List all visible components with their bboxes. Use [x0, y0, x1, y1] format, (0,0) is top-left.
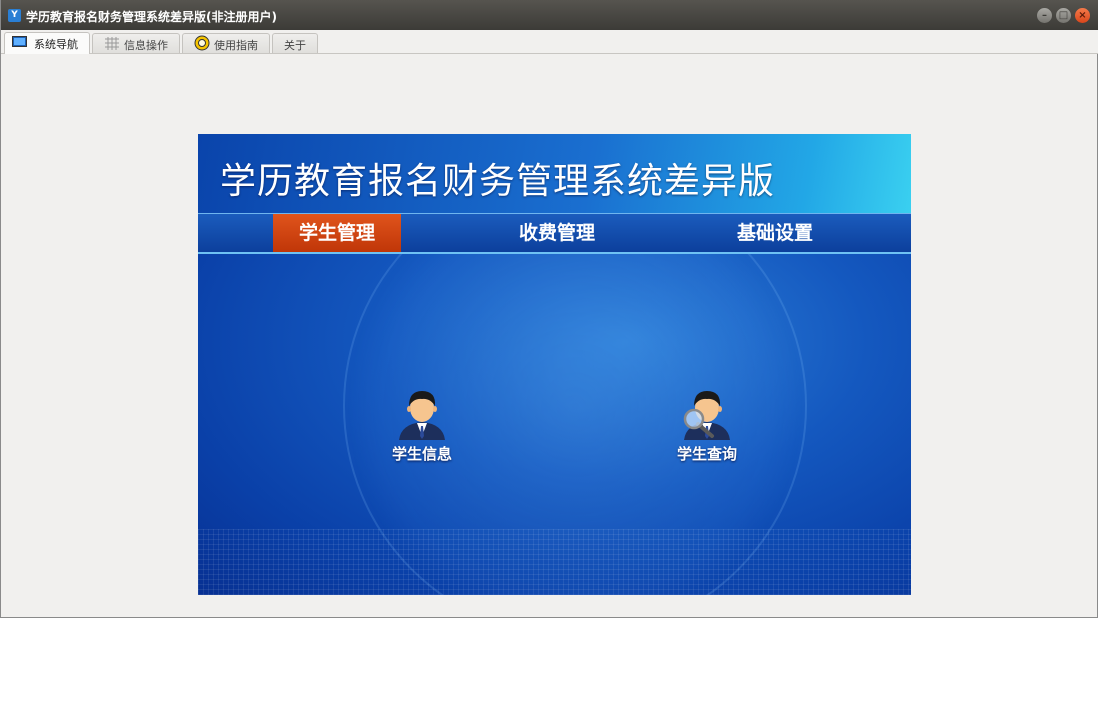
banner-title: 学历教育报名财务管理系统差异版: [220, 161, 776, 202]
nav-fee-management[interactable]: 收费管理: [493, 214, 621, 252]
student-search-button[interactable]: 学生查询: [662, 386, 752, 468]
title-bar: Y 学历教育报名财务管理系统差异版(非注册用户) – □ ×: [1, 0, 1098, 30]
tab-about[interactable]: 关于: [272, 33, 318, 53]
banner-nav: 学生管理 收费管理 基础设置: [198, 213, 911, 254]
student-info-label: 学生信息: [391, 445, 452, 463]
app-window: Y 学历教育报名财务管理系统差异版(非注册用户) – □ × 系统导航 信息操作…: [0, 0, 1098, 618]
window-title: 学历教育报名财务管理系统差异版(非注册用户): [26, 10, 277, 24]
tab-label: 关于: [284, 39, 306, 52]
tab-strip: 系统导航 信息操作 使用指南 关于: [1, 30, 1098, 54]
student-info-button[interactable]: 学生信息: [377, 386, 467, 468]
lifebuoy-icon: [194, 35, 210, 54]
tab-user-guide[interactable]: 使用指南: [182, 33, 270, 53]
close-button[interactable]: ×: [1075, 8, 1090, 23]
student-search-icon: [683, 391, 730, 440]
banner-header: 学历教育报名财务管理系统差异版: [198, 134, 911, 214]
tab-label: 使用指南: [214, 39, 258, 52]
maximize-button[interactable]: □: [1056, 8, 1071, 23]
monitor-icon: [12, 36, 27, 51]
main-banner: 学历教育报名财务管理系统差异版 学生管理 收费管理 基础设置 学生信息 学生查询: [198, 134, 911, 595]
tab-label: 系统导航: [34, 38, 78, 51]
grid-icon: [105, 37, 119, 53]
minimize-button[interactable]: –: [1037, 8, 1052, 23]
nav-student-management[interactable]: 学生管理: [273, 214, 401, 252]
student-search-label: 学生查询: [676, 445, 737, 463]
tab-system-navigation[interactable]: 系统导航: [4, 32, 90, 54]
student-person-icon: [399, 391, 445, 440]
nav-basic-settings[interactable]: 基础设置: [711, 214, 839, 252]
banner-grid-band: [198, 529, 911, 595]
tab-label: 信息操作: [124, 39, 168, 52]
app-logo-icon: Y: [8, 9, 21, 22]
tab-info-operations[interactable]: 信息操作: [92, 33, 180, 53]
